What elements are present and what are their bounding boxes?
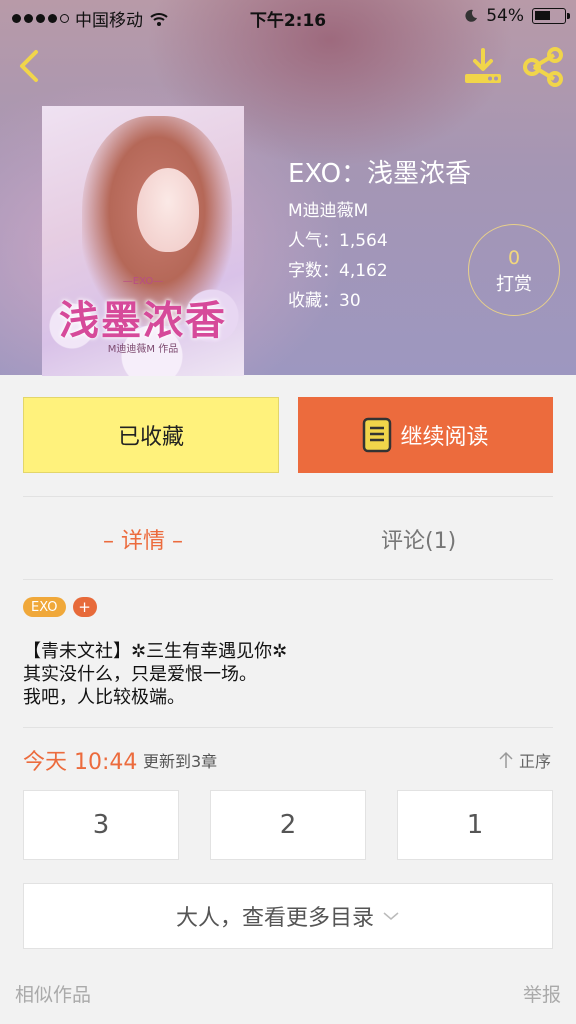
book-detail-screen: 中国移动 下午2:16 54% —EXO— 浅墨浓香 M迪迪薇M 作品 EXO：… (0, 0, 576, 1024)
more-chapters-label: 大人，查看更多目录 (175, 906, 374, 931)
book-author[interactable]: M迪迪薇M (288, 196, 368, 221)
arrow-up-icon (499, 751, 513, 768)
popularity-stat: 人气：1,564 (288, 231, 388, 251)
chapter-button[interactable]: 1 (397, 790, 553, 860)
tag-list: EXO + (23, 597, 97, 617)
continue-reading-label: 继续阅读 (400, 425, 489, 450)
more-chapters-button[interactable]: 大人，查看更多目录 (23, 883, 553, 949)
favorites-stat: 收藏：30 (288, 291, 361, 311)
cover-title: 浅墨浓香 (59, 297, 227, 344)
moon-icon (465, 9, 478, 22)
update-info: 今天 10:44 更新到3章 正序 (23, 744, 553, 775)
cover-author: M迪迪薇M 作品 (107, 344, 179, 355)
sort-order-button[interactable]: 正序 (499, 748, 551, 772)
add-tag-button[interactable]: + (72, 597, 97, 617)
battery-percent: 54% (486, 6, 524, 26)
book-icon (363, 417, 392, 453)
tab-detail[interactable]: – 详情 – (103, 523, 183, 555)
detail-tabs: – 详情 – 评论(1) (23, 496, 553, 580)
back-chevron-icon[interactable] (10, 46, 50, 86)
chapter-button[interactable]: 3 (23, 790, 179, 860)
report-link[interactable]: 举报 (523, 980, 561, 1007)
status-bar: 中国移动 下午2:16 54% (0, 0, 576, 34)
update-text: 更新到3章 (143, 752, 218, 771)
book-cover[interactable]: —EXO— 浅墨浓香 M迪迪薇M 作品 (42, 106, 244, 376)
description-line: 其实没什么，只是爱恨一场。 (23, 664, 257, 685)
tip-count: 0 (507, 247, 521, 269)
description-line: 我吧，人比较极端。 (23, 687, 185, 708)
divider (23, 727, 553, 728)
tip-button[interactable]: 0 打赏 (468, 224, 560, 316)
book-header: 中国移动 下午2:16 54% —EXO— 浅墨浓香 M迪迪薇M 作品 EXO：… (0, 0, 576, 376)
cover-art-face (137, 168, 199, 252)
saved-button[interactable]: 已收藏 (23, 397, 279, 473)
tip-label: 打赏 (496, 274, 532, 295)
update-time: 今天 10:44 (23, 750, 138, 775)
share-icon[interactable] (522, 46, 566, 88)
cover-series: —EXO— (122, 276, 164, 287)
sort-order-label: 正序 (518, 752, 551, 771)
book-title: EXO：浅墨浓香 (288, 159, 472, 189)
download-icon[interactable] (462, 46, 504, 88)
book-description: 【青未文社】✲三生有幸遇见你✲ 其实没什么，只是爱恨一场。 我吧，人比较极端。 (23, 640, 553, 709)
saved-button-label: 已收藏 (117, 425, 184, 450)
battery-icon (532, 8, 570, 24)
description-line: 【青未文社】✲三生有幸遇见你✲ (23, 641, 288, 662)
battery-fill (535, 11, 550, 20)
continue-reading-button[interactable]: 继续阅读 (298, 397, 553, 473)
word-count-stat: 字数：4,162 (288, 261, 388, 281)
chapter-button[interactable]: 2 (210, 790, 366, 860)
tag-exo[interactable]: EXO (23, 597, 66, 617)
chevron-down-icon (383, 912, 399, 920)
similar-works-heading: 相似作品 (15, 984, 92, 1006)
status-right: 54% (464, 6, 570, 26)
tab-comments[interactable]: 评论(1) (381, 523, 456, 555)
